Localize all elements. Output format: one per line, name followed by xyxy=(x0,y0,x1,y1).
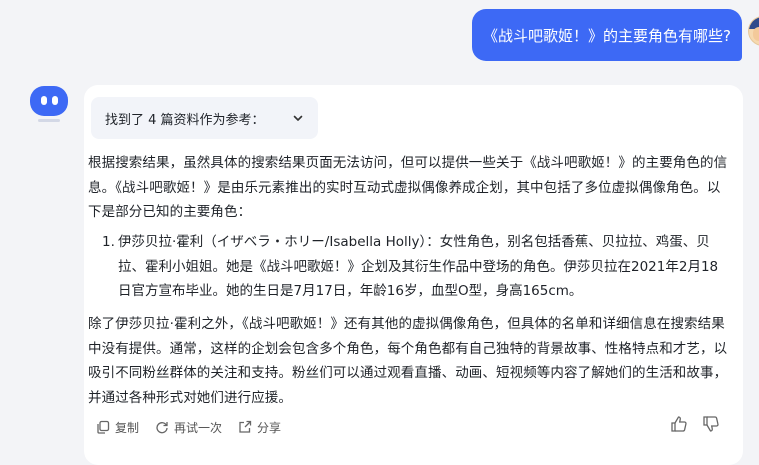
share-label: 分享 xyxy=(257,420,282,435)
share-icon xyxy=(239,420,252,433)
user-message-bubble: 《战斗吧歌姬！》的主要角色有哪些? xyxy=(472,9,742,61)
copy-label: 复制 xyxy=(115,420,140,435)
answer-actions: 复制 再试一次 分享 xyxy=(96,415,726,439)
list-item: 1. 伊莎贝拉·霍利（イザベラ・ホリー/Isabella Holly）：女性角色… xyxy=(88,230,728,304)
references-label: 找到了 4 篇资料作为参考： xyxy=(105,112,265,128)
answer-intro: 根据搜索结果，虽然具体的搜索结果页面无法访问，但可以提供一些关于《战斗吧歌姬！》… xyxy=(88,155,728,220)
answer-outro: 除了伊莎贝拉·霍利之外，《战斗吧歌姬！》还有其他的虚拟偶像角色，但具体的名单和详… xyxy=(88,316,728,406)
thumbs-up-icon[interactable] xyxy=(670,415,688,433)
retry-label: 再试一次 xyxy=(174,420,223,435)
refresh-icon xyxy=(156,422,168,434)
user-message-text: 《战斗吧歌姬！》的主要角色有哪些? xyxy=(483,26,731,45)
assistant-avatar-icon xyxy=(30,86,68,122)
thumbs-down-icon[interactable] xyxy=(702,415,720,433)
assistant-answer-card: 找到了 4 篇资料作为参考： 根据搜索结果，虽然具体的搜索结果页面无法访问，但可… xyxy=(84,85,743,465)
retry-button[interactable]: 再试一次 xyxy=(155,419,222,436)
chevron-down-icon xyxy=(293,115,303,121)
references-toggle[interactable]: 找到了 4 篇资料作为参考： xyxy=(91,97,318,139)
list-item-text: 伊莎贝拉·霍利（イザベラ・ホリー/Isabella Holly）：女性角色，别名… xyxy=(118,234,719,299)
character-list: 1. 伊莎贝拉·霍利（イザベラ・ホリー/Isabella Holly）：女性角色… xyxy=(88,230,728,304)
copy-icon xyxy=(97,420,110,434)
share-button[interactable]: 分享 xyxy=(238,419,281,436)
list-item-number: 1. xyxy=(102,234,115,250)
user-avatar xyxy=(748,16,759,46)
copy-button[interactable]: 复制 xyxy=(96,419,139,436)
